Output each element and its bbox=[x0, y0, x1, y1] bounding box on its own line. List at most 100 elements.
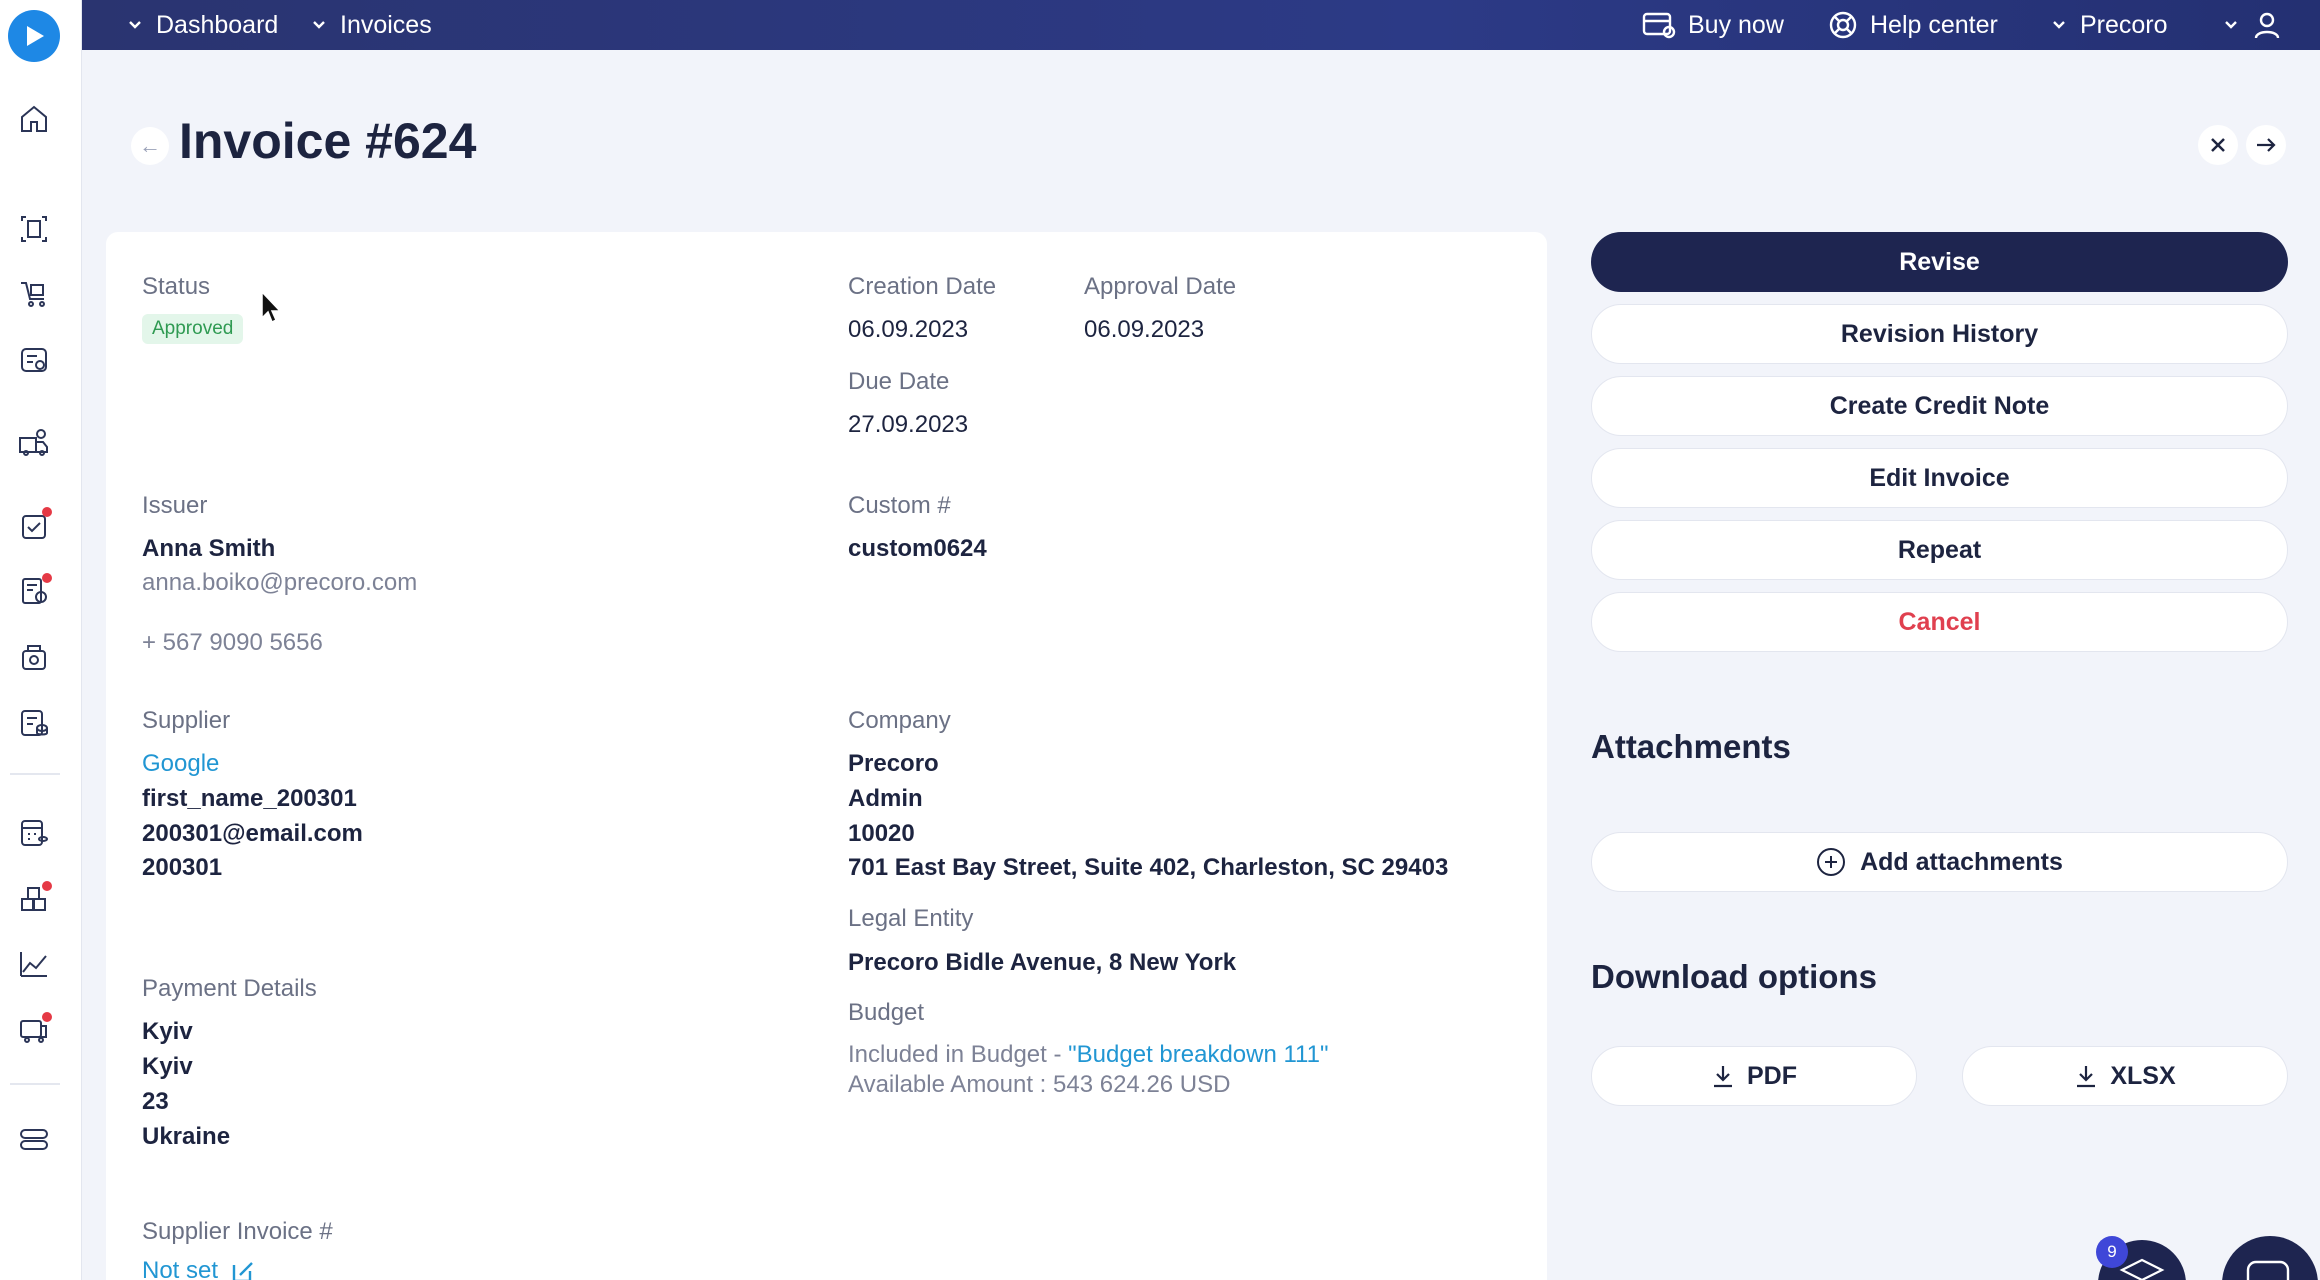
lifebuoy-icon bbox=[1829, 11, 1857, 39]
receipts-icon[interactable] bbox=[16, 342, 52, 378]
payment-line: Ukraine bbox=[142, 1123, 231, 1150]
user-icon bbox=[2254, 12, 2280, 39]
invoice-details-card bbox=[106, 232, 1547, 1280]
buy-now-button[interactable]: Buy now bbox=[1642, 0, 1784, 50]
revise-button[interactable]: Revise bbox=[1591, 232, 2288, 292]
requisitions-icon[interactable] bbox=[16, 211, 52, 247]
status-badge: Approved bbox=[142, 314, 244, 344]
add-attachments-label: Add attachments bbox=[1860, 847, 2063, 876]
budget-link[interactable]: "Budget breakdown 111" bbox=[1068, 1041, 1328, 1068]
chevron-down-icon bbox=[2225, 21, 2237, 29]
approval-date-value: 06.09.2023 bbox=[1084, 316, 1205, 343]
supplier-label: Supplier bbox=[142, 707, 231, 734]
cancel-button[interactable]: Cancel bbox=[1591, 592, 2288, 652]
status-label: Status bbox=[142, 273, 211, 300]
payment-line: Kyiv bbox=[142, 1018, 193, 1045]
payment-details-label: Payment Details bbox=[142, 975, 317, 1002]
download-xlsx-button[interactable]: XLSX bbox=[1962, 1046, 2288, 1106]
settings-toggle-icon[interactable] bbox=[16, 1121, 52, 1157]
company-name: Precoro bbox=[2080, 10, 2168, 39]
supplier-invoice-value: Not set bbox=[142, 1257, 219, 1280]
payment-line: 23 bbox=[142, 1088, 169, 1115]
suppliers-icon[interactable] bbox=[16, 425, 52, 461]
issuer-label: Issuer bbox=[142, 492, 208, 519]
notification-dot bbox=[42, 881, 52, 891]
back-button[interactable]: ← bbox=[131, 127, 169, 165]
chevron-down-icon bbox=[2053, 21, 2065, 29]
add-attachments-button[interactable]: Add attachments bbox=[1591, 832, 2288, 892]
nav-invoices[interactable]: Invoices bbox=[310, 0, 432, 50]
sidebar bbox=[0, 0, 82, 1280]
close-icon bbox=[2211, 138, 2225, 152]
chat-widget-button[interactable] bbox=[2222, 1236, 2318, 1280]
arrow-right-icon bbox=[2257, 138, 2276, 152]
page-title: Invoice #624 bbox=[179, 113, 477, 169]
help-center-label: Help center bbox=[1870, 10, 1998, 39]
due-date-value: 27.09.2023 bbox=[848, 411, 969, 438]
supplier-line: 200301 bbox=[142, 854, 223, 881]
edit-invoice-button[interactable]: Edit Invoice bbox=[1591, 448, 2288, 508]
approvals-icon[interactable] bbox=[16, 507, 52, 543]
attachments-title: Attachments bbox=[1591, 728, 1791, 765]
creation-date-value: 06.09.2023 bbox=[848, 316, 969, 343]
custom-number-label: Custom # bbox=[848, 492, 951, 519]
chat-icon bbox=[2246, 1260, 2290, 1280]
repeat-button[interactable]: Repeat bbox=[1591, 520, 2288, 580]
supplier-invoice-label: Supplier Invoice # bbox=[142, 1218, 333, 1245]
buy-now-label: Buy now bbox=[1688, 10, 1784, 39]
revision-history-button[interactable]: Revision History bbox=[1591, 304, 2288, 364]
issuer-name: Anna Smith bbox=[142, 535, 276, 562]
nav-invoices-label: Invoices bbox=[340, 10, 432, 39]
notification-dot bbox=[42, 1012, 52, 1022]
company-line: 10020 bbox=[848, 820, 915, 847]
issuer-email: anna.boiko@precoro.com bbox=[142, 569, 418, 596]
download-icon bbox=[1714, 1066, 1732, 1088]
nav-dashboard[interactable]: Dashboard bbox=[126, 0, 278, 50]
notification-count-badge: 9 bbox=[2096, 1236, 2128, 1268]
legal-entity-value: Precoro Bidle Avenue, 8 New York bbox=[848, 949, 1237, 976]
calculator-icon[interactable] bbox=[16, 815, 52, 851]
next-button[interactable] bbox=[2246, 125, 2286, 165]
download-pdf-label: PDF bbox=[1747, 1061, 1797, 1090]
notification-dot bbox=[42, 573, 52, 583]
download-icon bbox=[2077, 1066, 2096, 1088]
download-xlsx-label: XLSX bbox=[2110, 1061, 2176, 1090]
warehouse-icon[interactable] bbox=[16, 640, 52, 676]
company-line: Precoro bbox=[848, 750, 939, 777]
user-menu[interactable] bbox=[2222, 0, 2282, 50]
invoices-icon[interactable] bbox=[16, 573, 52, 609]
creation-date-label: Creation Date bbox=[848, 273, 997, 300]
budgets-icon[interactable] bbox=[16, 705, 52, 741]
arrow-left-icon: ← bbox=[139, 133, 161, 158]
company-line: Admin bbox=[848, 785, 923, 812]
download-options-title: Download options bbox=[1591, 958, 1877, 995]
approval-date-label: Approval Date bbox=[1084, 273, 1237, 300]
help-center-button[interactable]: Help center bbox=[1828, 0, 1998, 50]
budget-label: Budget bbox=[848, 999, 925, 1026]
company-switcher[interactable]: Precoro bbox=[2050, 0, 2168, 50]
close-button[interactable] bbox=[2198, 125, 2238, 165]
due-date-label: Due Date bbox=[848, 368, 950, 395]
budget-included: Included in Budget - "Budget breakdown 1… bbox=[848, 1041, 1329, 1069]
analytics-icon[interactable] bbox=[16, 946, 52, 982]
create-credit-note-button[interactable]: Create Credit Note bbox=[1591, 376, 2288, 436]
notification-dot bbox=[42, 507, 52, 517]
supplier-invoice-edit[interactable]: Not set bbox=[142, 1257, 258, 1280]
download-pdf-button[interactable]: PDF bbox=[1591, 1046, 1917, 1106]
budget-available: Available Amount : 543 624.26 USD bbox=[848, 1071, 1231, 1098]
payment-line: Kyiv bbox=[142, 1053, 193, 1080]
purchase-orders-icon[interactable] bbox=[16, 276, 52, 312]
custom-number-value: custom0624 bbox=[848, 535, 987, 562]
chevron-down-icon bbox=[313, 21, 325, 29]
budget-included-prefix: Included in Budget - bbox=[848, 1041, 1069, 1068]
supplier-line: 200301@email.com bbox=[142, 820, 363, 847]
plus-circle-icon bbox=[1817, 848, 1846, 876]
delivery-icon[interactable] bbox=[16, 1012, 52, 1048]
inventory-icon[interactable] bbox=[16, 881, 52, 917]
nav-dashboard-label: Dashboard bbox=[156, 10, 279, 39]
home-icon[interactable] bbox=[16, 101, 52, 137]
company-label: Company bbox=[848, 707, 951, 734]
precoro-logo-icon[interactable] bbox=[8, 10, 60, 62]
legal-entity-label: Legal Entity bbox=[848, 905, 974, 932]
supplier-link[interactable]: Google bbox=[142, 750, 219, 778]
